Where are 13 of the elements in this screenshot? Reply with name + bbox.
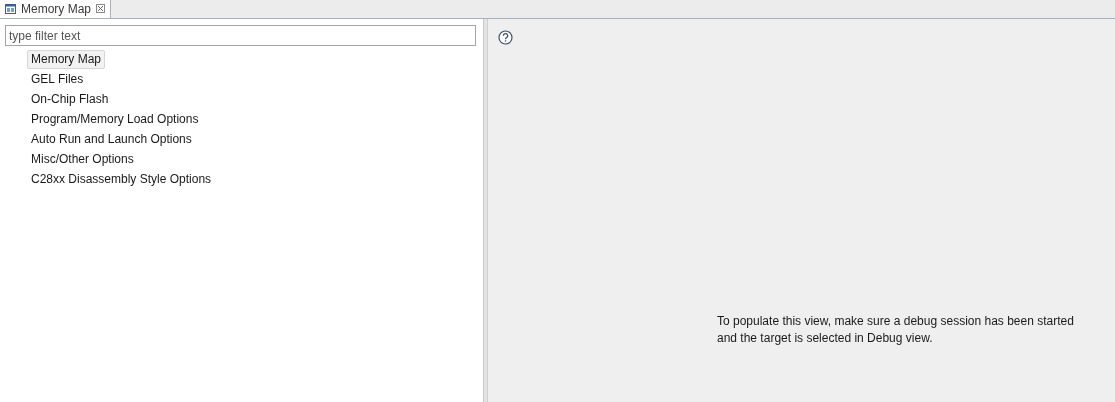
- info-message: To populate this view, make sure a debug session has been started and the target is selected in Debug view.: [717, 313, 1075, 347]
- tree-item[interactable]: On-Chip Flash: [27, 90, 113, 109]
- tree-item[interactable]: C28xx Disassembly Style Options: [27, 170, 216, 189]
- tree-item[interactable]: Memory Map: [27, 50, 105, 69]
- window-icon: [5, 3, 16, 14]
- filter-field[interactable]: type filter text: [5, 25, 476, 46]
- tree-item[interactable]: Misc/Other Options: [27, 150, 138, 169]
- close-icon[interactable]: [96, 4, 105, 13]
- view-tab[interactable]: Memory Map: [0, 0, 111, 18]
- tree-item[interactable]: GEL Files: [27, 70, 88, 89]
- tree-item[interactable]: Auto Run and Launch Options: [27, 130, 196, 149]
- help-icon[interactable]: [498, 30, 513, 45]
- tree-item[interactable]: Program/Memory Load Options: [27, 110, 203, 129]
